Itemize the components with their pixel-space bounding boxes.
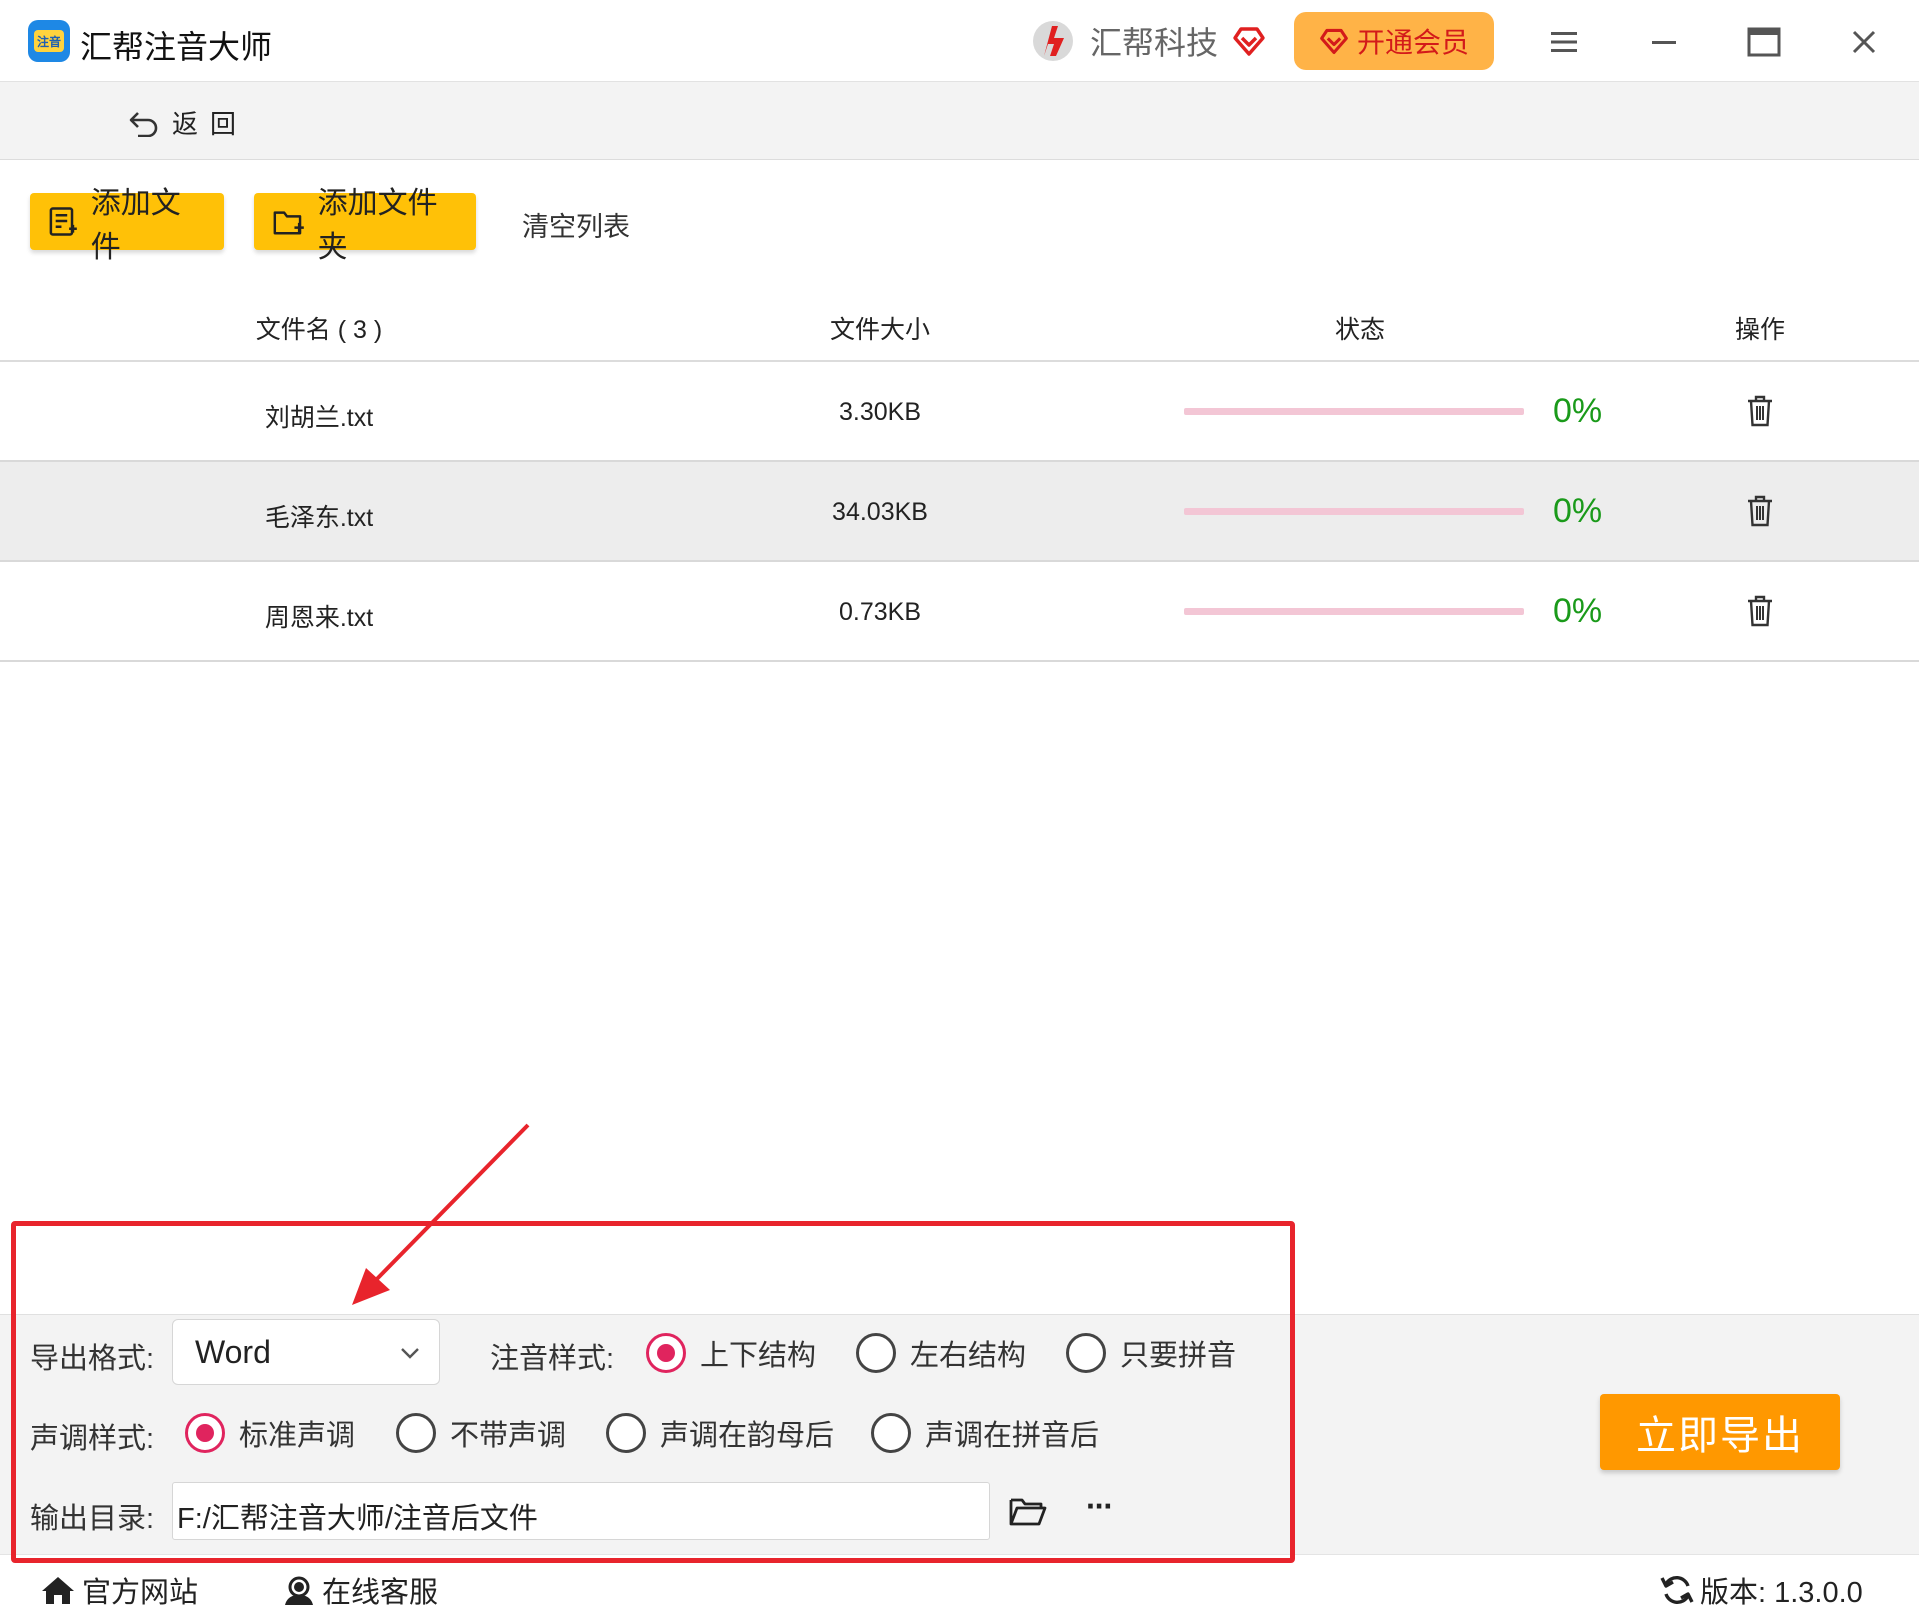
minimize-button[interactable] xyxy=(1644,22,1684,62)
footer-bar: 官方网站 在线客服 版本: 1.3.0.0 xyxy=(0,1554,1919,1619)
app-title: 汇帮注音大师 xyxy=(80,29,273,65)
hamburger-menu-icon xyxy=(1551,32,1577,52)
file-name: 毛泽东.txt xyxy=(264,504,374,532)
more-options-button[interactable]: ··· xyxy=(1086,1488,1114,1525)
online-support-label: 在线客服 xyxy=(322,1577,439,1609)
radio-dot xyxy=(856,1333,896,1373)
file-name: 刘胡兰.txt xyxy=(264,404,374,432)
table-row[interactable]: 毛泽东.txt 34.03KB 0% xyxy=(0,462,1919,562)
progress-percent: 0% xyxy=(1553,592,1603,630)
vip-button[interactable]: 开通会员 xyxy=(1294,12,1494,70)
radio-tone-after-pinyin[interactable]: 声调在拼音后 xyxy=(871,1412,1099,1454)
radio-style-left-right[interactable]: 左右结构 xyxy=(856,1332,1026,1374)
progress-percent: 0% xyxy=(1553,392,1603,430)
output-dir-label: 输出目录: xyxy=(30,1503,155,1535)
vip-heart-icon xyxy=(1320,28,1348,55)
export-format-label: 导出格式: xyxy=(30,1343,155,1375)
back-arrow-icon xyxy=(129,111,158,137)
output-path-field[interactable]: F:/汇帮注音大师/注音后文件 xyxy=(172,1482,990,1540)
brand-logo-icon xyxy=(1033,21,1073,61)
close-button[interactable] xyxy=(1844,22,1884,62)
radio-tone-after-final[interactable]: 声调在韵母后 xyxy=(606,1412,834,1454)
radio-dot xyxy=(871,1413,911,1453)
radio-tone-standard[interactable]: 标准声调 xyxy=(185,1412,355,1454)
radio-label: 上下结构 xyxy=(700,1340,817,1372)
delete-icon[interactable] xyxy=(1746,394,1774,428)
refresh-icon xyxy=(1660,1576,1694,1604)
radio-dot xyxy=(396,1413,436,1453)
customer-service-icon xyxy=(285,1576,313,1605)
radio-dot xyxy=(646,1333,686,1373)
add-file-label: 添加文件 xyxy=(90,186,181,264)
online-support-link[interactable]: 在线客服 xyxy=(282,1569,438,1611)
radio-label: 标准声调 xyxy=(239,1420,356,1452)
file-size: 34.03KB xyxy=(832,498,928,526)
tone-style-label: 声调样式: xyxy=(30,1423,155,1455)
minimize-icon xyxy=(1652,41,1676,44)
file-name: 周恩来.txt xyxy=(264,604,374,632)
file-size: 3.30KB xyxy=(838,398,922,426)
maximize-button[interactable] xyxy=(1744,22,1784,62)
export-format-value: Word xyxy=(195,1334,271,1370)
progress-bar xyxy=(1184,608,1524,615)
app-logo-icon: 注音 xyxy=(28,20,70,62)
radio-label: 左右结构 xyxy=(910,1340,1027,1372)
add-file-icon xyxy=(49,206,77,236)
radio-label: 声调在韵母后 xyxy=(660,1420,835,1452)
progress-bar xyxy=(1184,508,1524,515)
version-label: 版本: 1.3.0.0 xyxy=(1700,1577,1863,1609)
file-size: 0.73KB xyxy=(838,598,922,626)
table-row[interactable]: 刘胡兰.txt 3.30KB 0% xyxy=(0,362,1919,462)
brand: 汇帮科技 xyxy=(1030,16,1266,66)
back-bar: 返回 xyxy=(0,82,1919,160)
title-bar: 注音 汇帮注音大师 汇帮科技 开通会员 xyxy=(0,0,1919,82)
radio-dot xyxy=(185,1413,225,1453)
header-filename: 文件名 ( 3 ) xyxy=(255,316,383,344)
header-filesize: 文件大小 xyxy=(829,316,931,344)
export-format-select[interactable]: Word xyxy=(172,1319,440,1385)
brand-name: 汇帮科技 xyxy=(1090,25,1219,61)
radio-style-top-bottom[interactable]: 上下结构 xyxy=(646,1332,816,1374)
annotation-style-label: 注音样式: xyxy=(490,1343,615,1375)
back-label: 返回 xyxy=(172,109,249,139)
folder-open-icon[interactable] xyxy=(1008,1494,1048,1528)
back-button[interactable]: 返回 xyxy=(128,104,248,141)
maximize-icon xyxy=(1747,27,1781,57)
delete-icon[interactable] xyxy=(1746,594,1774,628)
table-row[interactable]: 周恩来.txt 0.73KB 0% xyxy=(0,562,1919,662)
vip-label: 开通会员 xyxy=(1356,27,1469,58)
chevron-down-icon xyxy=(401,1348,419,1359)
add-folder-button[interactable]: 添加文件夹 xyxy=(254,187,476,264)
header-status: 状态 xyxy=(1334,316,1386,344)
radio-tone-none[interactable]: 不带声调 xyxy=(396,1412,566,1454)
header-action: 操作 xyxy=(1734,316,1786,344)
radio-label: 不带声调 xyxy=(450,1420,567,1452)
export-now-button[interactable]: 立即导出 xyxy=(1600,1394,1840,1470)
progress-percent: 0% xyxy=(1553,492,1603,530)
radio-dot xyxy=(606,1413,646,1453)
radio-dot xyxy=(1066,1333,1106,1373)
menu-button[interactable] xyxy=(1544,22,1584,62)
progress-bar xyxy=(1184,408,1524,415)
close-icon xyxy=(1852,30,1876,54)
add-folder-label: 添加文件夹 xyxy=(317,186,438,264)
home-icon xyxy=(42,1577,74,1604)
version-info: 版本: 1.3.0.0 xyxy=(1660,1569,1863,1611)
official-website-link[interactable]: 官方网站 xyxy=(40,1569,198,1611)
radio-label: 只要拼音 xyxy=(1120,1340,1237,1372)
clear-list-button[interactable]: 清空列表 xyxy=(522,205,630,244)
delete-icon[interactable] xyxy=(1746,494,1774,528)
official-website-label: 官方网站 xyxy=(82,1577,199,1609)
heart-diamond-icon xyxy=(1233,27,1265,56)
radio-style-pinyin-only[interactable]: 只要拼音 xyxy=(1066,1332,1236,1374)
radio-label: 声调在拼音后 xyxy=(925,1420,1100,1452)
add-file-button[interactable]: 添加文件 xyxy=(30,187,224,264)
file-table-header: 文件名 ( 3 ) 文件大小 状态 操作 xyxy=(0,288,1919,362)
add-folder-icon xyxy=(273,210,304,234)
